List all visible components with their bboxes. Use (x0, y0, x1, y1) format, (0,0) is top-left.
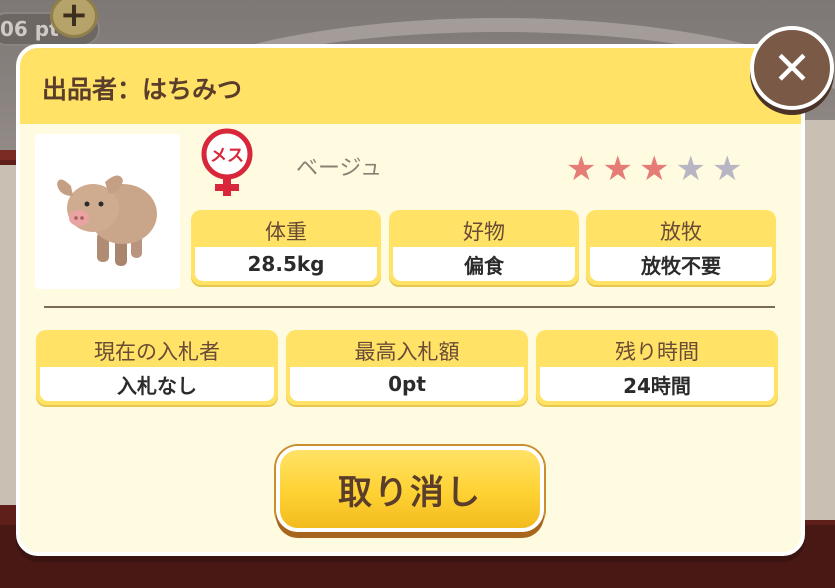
auction-stat-label: 残り時間 (615, 340, 699, 364)
listing-detail-dialog: 出品者：はちみつ メス ベージュ ★ ★ ★ ★ ★ 体重 28.5kg 好物 … (16, 44, 805, 556)
auction-stat-box: 現在の入札者入札なし (36, 330, 278, 405)
pig-stat-value: 28.5kg (195, 247, 377, 281)
pig-stat-label: 体重 (265, 220, 307, 244)
pig-stat-box: 好物 偏食 (389, 210, 579, 285)
seller-title: 出品者：はちみつ (42, 75, 243, 104)
gender-female-icon: メス (196, 128, 258, 200)
auction-stat-value: 24時間 (540, 367, 774, 401)
rating-star-icon: ★ (675, 149, 706, 189)
rating-star-icon: ★ (711, 149, 743, 189)
pig-stat-box: 放牧 放牧不要 (586, 210, 776, 285)
pig-image-frame (35, 134, 180, 289)
pig-color-label: ベージュ (296, 156, 383, 181)
pig-stat-box: 体重 28.5kg (191, 210, 381, 285)
auction-stat-value: 0pt (290, 367, 524, 401)
auction-stat-label: 最高入札額 (354, 340, 460, 364)
pig-stat-value: 放牧不要 (590, 247, 772, 281)
section-divider (44, 306, 775, 308)
rating-star-icon: ★ (566, 149, 597, 189)
pig-stat-value: 偏食 (393, 247, 575, 281)
cancel-listing-button[interactable]: 取り消し (276, 446, 544, 532)
close-button[interactable]: ✕ (750, 26, 834, 110)
cancel-button-label: 取り消し (338, 472, 482, 513)
plus-icon: + (59, 0, 89, 35)
pig-icon (57, 175, 157, 266)
auction-stat-label: 現在の入札者 (94, 340, 220, 364)
pig-stat-label: 好物 (463, 220, 505, 244)
auction-stat-box: 最高入札額 0pt (286, 330, 528, 405)
rating-star-icon: ★ (638, 149, 670, 189)
auction-stat-box: 残り時間 24時間 (536, 330, 778, 405)
close-icon: ✕ (772, 41, 812, 95)
pig-stat-label: 放牧 (660, 220, 702, 244)
rating-stars: ★ ★ ★ ★ ★ (566, 152, 742, 186)
rating-star-icon: ★ (602, 149, 633, 189)
gender-label: メス (210, 146, 244, 166)
auction-stat-value: 入札なし (40, 367, 274, 401)
dialog-header: 出品者：はちみつ (20, 48, 801, 124)
